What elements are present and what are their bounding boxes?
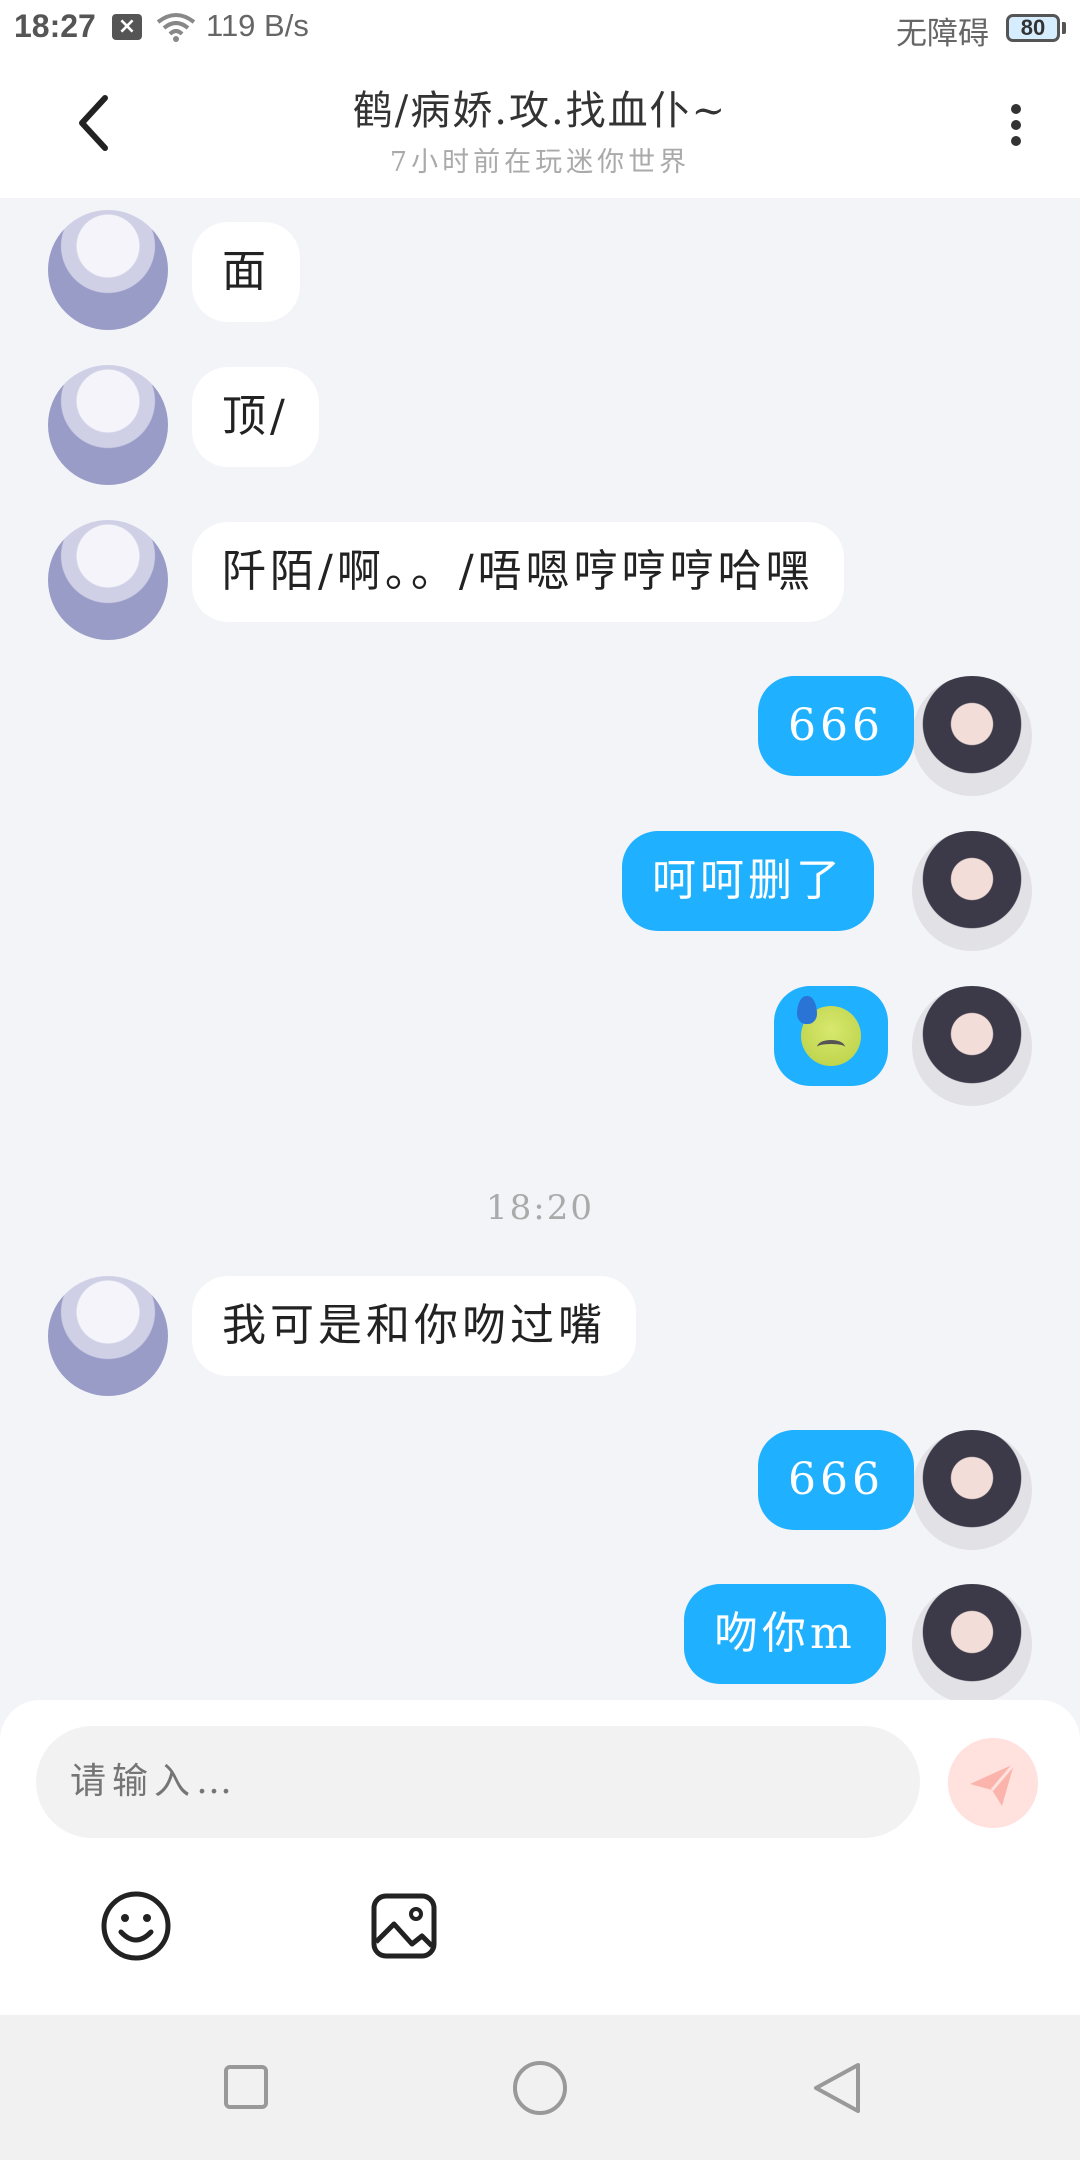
status-time: 18:27 <box>14 8 96 44</box>
accessibility-label: 无障碍 <box>896 16 989 52</box>
more-options-icon[interactable] <box>996 98 1036 158</box>
self-avatar[interactable] <box>912 831 1032 951</box>
notification-close-icon: × <box>112 14 142 40</box>
send-icon[interactable] <box>948 1738 1038 1828</box>
contact-avatar[interactable] <box>48 210 168 330</box>
image-picker-icon[interactable] <box>368 1890 440 1962</box>
self-avatar[interactable] <box>912 1430 1032 1550</box>
system-nav-bar <box>0 2015 1080 2160</box>
recent-apps-button[interactable] <box>224 2065 268 2109</box>
message-bubble[interactable]: 呵呵删了 <box>622 831 874 931</box>
message-composer <box>0 1700 1080 2015</box>
chat-header: 鹤/病娇.攻.找血仆~ 7小时前在玩迷你世界 <box>0 58 1080 198</box>
message-bubble[interactable]: 吻你m <box>684 1584 886 1684</box>
contact-avatar[interactable] <box>48 520 168 640</box>
emoji-picker-icon[interactable] <box>100 1890 172 1962</box>
battery-tip <box>1062 22 1066 34</box>
battery-icon: 80 <box>1006 14 1060 42</box>
cold-sweat-face-icon <box>797 995 861 1066</box>
chat-subtitle: 7小时前在玩迷你世界 <box>389 147 691 178</box>
self-avatar[interactable] <box>912 1584 1032 1700</box>
self-avatar[interactable] <box>912 986 1032 1106</box>
message-bubble[interactable]: 面 <box>192 222 300 322</box>
message-input[interactable] <box>36 1726 920 1838</box>
message-bubble[interactable]: 666 <box>758 1430 914 1530</box>
message-bubble[interactable]: 666 <box>758 676 914 776</box>
message-bubble[interactable] <box>774 986 888 1086</box>
message-bubble[interactable]: 顶/ <box>192 367 319 467</box>
message-list[interactable]: 面 顶/ 阡陌/啊。。/唔嗯哼哼哼哈嘿 666 呵呵删了 18:20 我可是和你… <box>0 198 1080 1700</box>
wifi-icon <box>156 13 196 42</box>
status-bar: 18:27 × 119 B/s 无障碍 80 <box>0 0 1080 58</box>
self-avatar[interactable] <box>912 676 1032 796</box>
chat-title: 鹤/病娇.攻.找血仆~ <box>352 88 728 134</box>
network-speed: 119 B/s <box>206 8 309 43</box>
contact-avatar[interactable] <box>48 365 168 485</box>
contact-avatar[interactable] <box>48 1276 168 1396</box>
message-bubble[interactable]: 阡陌/啊。。/唔嗯哼哼哼哈嘿 <box>192 522 844 622</box>
home-button[interactable] <box>513 2061 567 2115</box>
nav-back-icon[interactable] <box>808 2059 864 2117</box>
message-bubble[interactable]: 我可是和你吻过嘴 <box>192 1276 636 1376</box>
message-timestamp: 18:20 <box>486 1188 594 1228</box>
